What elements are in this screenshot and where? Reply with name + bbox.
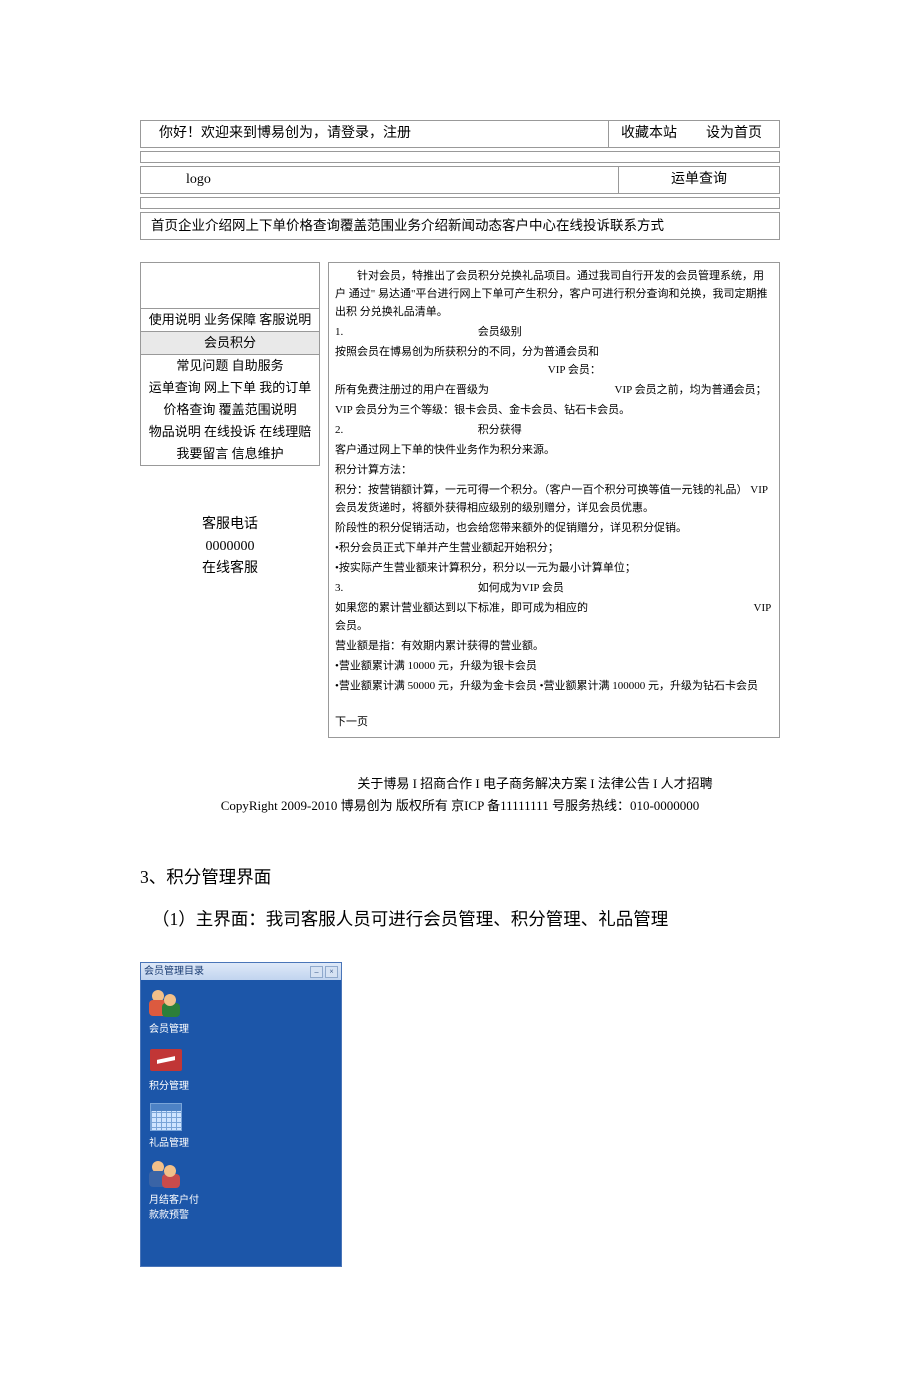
people-icon bbox=[149, 988, 183, 1018]
set-homepage-link[interactable]: 设为首页 bbox=[689, 121, 779, 147]
s3-bullet-1: •营业额累计满 10000 元，升级为银卡会员 bbox=[335, 657, 773, 675]
member-mgmt-label: 会员管理 bbox=[149, 1020, 209, 1035]
s2-line-3: 积分：按营销额计算，一元可得一个积分。（客户一百个积分可换等值一元钱的礼品） V… bbox=[335, 481, 773, 517]
bookmark-link[interactable]: 收藏本站 bbox=[608, 121, 689, 147]
monthly-warning-icon[interactable]: 月结客户付 款款预警 bbox=[149, 1159, 209, 1221]
grid-icon bbox=[149, 1102, 183, 1132]
sidebar: 使用说明 业务保障 客服说明 会员积分 常见问题 自助服务 运单查询 网上下单 … bbox=[140, 262, 320, 738]
service-box: 客服电话 0000000 在线客服 bbox=[140, 514, 320, 580]
sidebar-points-active[interactable]: 会员积分 bbox=[141, 331, 319, 355]
s1-line-2b: VIP 会员之前，均为普通会员； bbox=[615, 384, 767, 396]
s3-line-2: 营业额是指：有效期内累计获得的营业额。 bbox=[335, 637, 773, 655]
window-title-text: 会员管理目录 bbox=[144, 963, 308, 980]
member-mgmt-window: 会员管理目录 – × 会员管理 积分管理 礼品管理 月结客户付 款款预警 bbox=[140, 962, 342, 1267]
outline: 3、积分管理界面 （1）主界面：我司客服人员可进行会员管理、积分管理、礼品管理 bbox=[140, 862, 780, 934]
logo-row: logo 运单查询 bbox=[140, 166, 780, 194]
sidebar-line-1[interactable]: 使用说明 业务保障 客服说明 bbox=[141, 309, 319, 331]
gift-mgmt-label: 礼品管理 bbox=[149, 1134, 209, 1149]
sidebar-line-4[interactable]: 物品说明 在线投诉 在线理赔 我要留言 信息维护 bbox=[141, 421, 319, 465]
s1-line-2a: 所有免费注册过的用户在晋级为 bbox=[335, 384, 489, 396]
main-columns: 使用说明 业务保障 客服说明 会员积分 常见问题 自助服务 运单查询 网上下单 … bbox=[140, 262, 780, 738]
waybill-search-button[interactable]: 运单查询 bbox=[618, 167, 779, 193]
section-3-head: 3. 如何成为VIP 会员 bbox=[335, 579, 773, 597]
spacer-bar-1 bbox=[140, 151, 780, 163]
window-body: 会员管理 积分管理 礼品管理 月结客户付 款款预警 bbox=[141, 980, 341, 1266]
service-phone-number: 0000000 bbox=[140, 536, 320, 558]
s1-line-3: VIP 会员分为三个等级：银卡会员、金卡会员、钻石卡会员。 bbox=[335, 401, 773, 419]
article-intro: 针对会员，特推出了会员积分兑换礼品项目。通过我司自行开发的会员管理系统，用户 通… bbox=[335, 267, 773, 321]
s2-line-1: 客户通过网上下单的快件业务作为积分来源。 bbox=[335, 441, 773, 459]
monthly-warning-label: 月结客户付 款款预警 bbox=[149, 1191, 209, 1221]
footer-copyright: CopyRight 2009-2010 博易创为 版权所有 京ICP 备1111… bbox=[140, 795, 780, 817]
top-bar: 你好！欢迎来到博易创为，请登录，注册 收藏本站 设为首页 bbox=[140, 120, 780, 148]
s1-line-1a: 按照会员在博易创为所获积分的不同，分为普通会员和 bbox=[335, 346, 599, 358]
s2-line-2: 积分计算方法： bbox=[335, 461, 773, 479]
footer: 关于博易 I 招商合作 I 电子商务解决方案 I 法律公告 I 人才招聘 Cop… bbox=[140, 773, 780, 817]
online-service-link[interactable]: 在线客服 bbox=[140, 558, 320, 580]
s3-line-1a: 如果您的累计营业额达到以下标准，即可成为相应的 bbox=[335, 602, 588, 614]
s2-line-4: 阶段性的积分促销活动，也会给您带来额外的促销赠分，详见积分促销。 bbox=[335, 519, 773, 537]
points-mgmt-label: 积分管理 bbox=[149, 1077, 209, 1092]
s1-line-1b: VIP 会员： bbox=[548, 364, 601, 376]
logo-text: logo bbox=[141, 167, 618, 193]
gift-mgmt-icon[interactable]: 礼品管理 bbox=[149, 1102, 209, 1149]
window-title-bar: 会员管理目录 – × bbox=[141, 963, 341, 980]
people-icon-2 bbox=[149, 1159, 183, 1189]
points-mgmt-icon[interactable]: 积分管理 bbox=[149, 1045, 209, 1092]
sidebar-line-2[interactable]: 常见问题 自助服务 bbox=[141, 355, 319, 377]
sidebar-pad bbox=[140, 262, 320, 309]
s3-bullet-2: •营业额累计满 50000 元，升级为金卡会员 •营业额累计满 100000 元… bbox=[335, 677, 773, 695]
spacer-bar-2 bbox=[140, 197, 780, 209]
s2-bullet-2: •按实际产生营业额来计算积分，积分以一元为最小计算单位； bbox=[335, 559, 773, 577]
s2-bullet-1: •积分会员正式下单并产生营业额起开始积分； bbox=[335, 539, 773, 557]
welcome-text: 你好！欢迎来到博易创为，请登录，注册 bbox=[141, 121, 608, 147]
window-minimize-button[interactable]: – bbox=[310, 966, 323, 978]
main-nav[interactable]: 首页企业介绍网上下单价格查询覆盖范围业务介绍新闻动态客户中心在线投诉联系方式 bbox=[140, 212, 780, 240]
footer-links[interactable]: 关于博易 I 招商合作 I 电子商务解决方案 I 法律公告 I 人才招聘 bbox=[140, 773, 780, 795]
service-phone-label: 客服电话 bbox=[140, 514, 320, 536]
sidebar-body: 使用说明 业务保障 客服说明 会员积分 常见问题 自助服务 运单查询 网上下单 … bbox=[140, 309, 320, 466]
outline-line-1: 3、积分管理界面 bbox=[140, 862, 780, 892]
outline-line-2: （1）主界面：我司客服人员可进行会员管理、积分管理、礼品管理 bbox=[140, 904, 780, 934]
section-1-head: 1. 会员级别 bbox=[335, 323, 773, 341]
sidebar-line-3[interactable]: 运单查询 网上下单 我的订单 价格查询 覆盖范围说明 bbox=[141, 377, 319, 421]
section-2-head: 2. 积分获得 bbox=[335, 421, 773, 439]
window-close-button[interactable]: × bbox=[325, 966, 338, 978]
member-mgmt-icon[interactable]: 会员管理 bbox=[149, 988, 209, 1035]
article-panel: 针对会员，特推出了会员积分兑换礼品项目。通过我司自行开发的会员管理系统，用户 通… bbox=[328, 262, 780, 738]
card-icon bbox=[149, 1045, 183, 1075]
next-page-link[interactable]: 下一页 bbox=[335, 713, 773, 731]
